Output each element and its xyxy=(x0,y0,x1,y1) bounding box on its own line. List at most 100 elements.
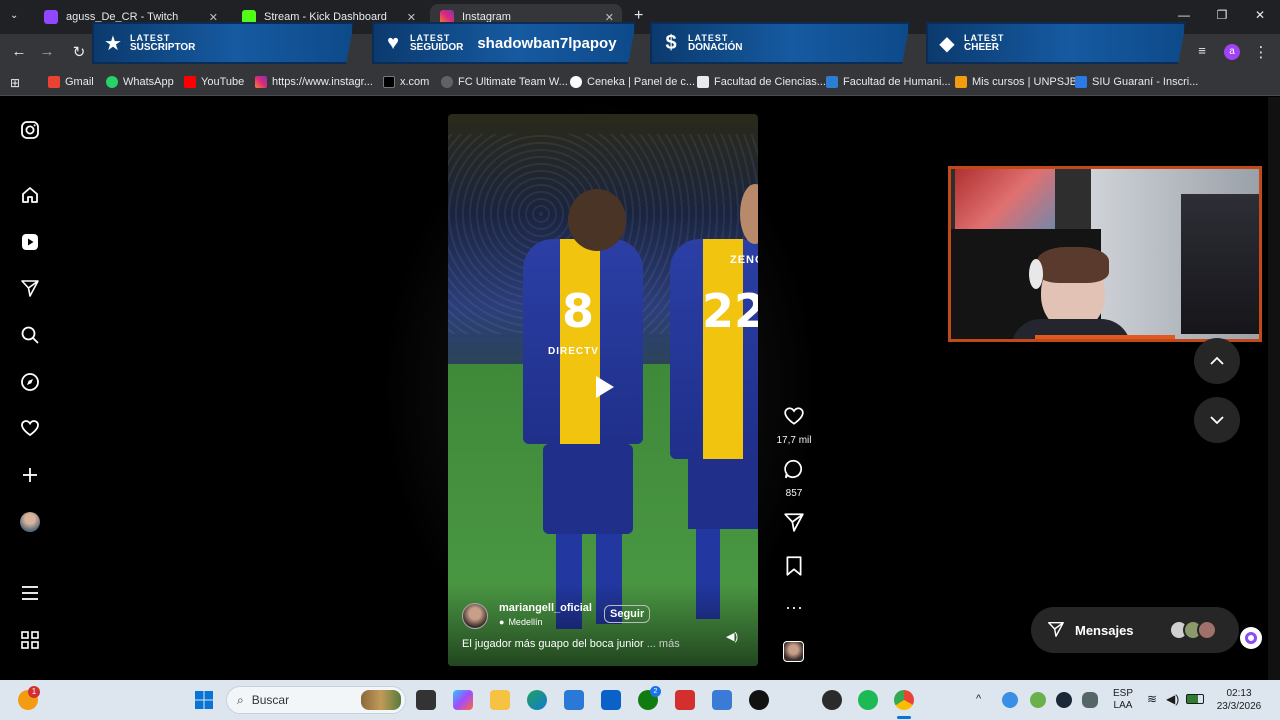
volume-icon[interactable]: ◀︎) xyxy=(726,630,738,643)
reels-icon[interactable] xyxy=(18,230,42,254)
spotify-icon[interactable] xyxy=(858,690,878,710)
task-view-icon[interactable] xyxy=(416,690,436,710)
bookmark-facultad-ciencias[interactable]: Facultad de Ciencias... xyxy=(697,76,826,88)
tab-search-icon[interactable]: ⌄ xyxy=(10,10,18,21)
close-tab-icon[interactable]: ✕ xyxy=(605,11,614,24)
clock-date[interactable]: 23/3/2026 xyxy=(1206,700,1272,713)
bookmark-fc-ultimate[interactable]: FC Ultimate Team W... xyxy=(441,76,568,88)
bookmark-label: https://www.instagr... xyxy=(272,76,373,88)
bookmark-label: Mis cursos | UNPSJB xyxy=(972,76,1077,88)
edge-icon[interactable] xyxy=(527,690,547,710)
apps-grid-icon[interactable]: ⊞ xyxy=(10,76,20,90)
instagram-logo-icon[interactable] xyxy=(18,118,42,142)
globe-icon xyxy=(441,76,453,88)
file-explorer-icon[interactable] xyxy=(490,690,510,710)
close-window-button[interactable]: ✕ xyxy=(1250,8,1270,22)
explore-icon[interactable] xyxy=(18,370,42,394)
previous-reel-button[interactable] xyxy=(1194,338,1240,384)
wps-office-icon[interactable] xyxy=(675,690,695,710)
bookmark-instagram[interactable]: https://www.instagr... xyxy=(255,76,373,88)
webcam-overlay xyxy=(948,166,1262,342)
share-icon[interactable] xyxy=(776,511,812,539)
meta-ai-icon[interactable] xyxy=(1240,627,1262,649)
steam-icon[interactable] xyxy=(1056,692,1072,708)
sponsor-left: DIRECTV xyxy=(548,346,599,357)
youtube-icon xyxy=(184,76,196,88)
windows-taskbar: 1 ⌕ Buscar 2 ^ ESP LAA ≋ ◀︎) 02:13 23/3/… xyxy=(0,680,1280,720)
caption-more-link[interactable]: ... más xyxy=(647,638,680,650)
menu-icon[interactable] xyxy=(18,581,42,605)
volume-icon[interactable]: ◀︎) xyxy=(1166,692,1179,706)
avatar xyxy=(1197,620,1217,640)
follow-button[interactable]: Seguir xyxy=(604,605,651,623)
bookmark-ceneka[interactable]: Ceneka | Panel de c... xyxy=(570,76,695,88)
minimize-button[interactable]: — xyxy=(1174,8,1194,22)
profile-avatar[interactable]: a xyxy=(1224,44,1240,60)
restore-button[interactable]: ❐ xyxy=(1212,8,1232,22)
play-button[interactable] xyxy=(588,372,618,402)
next-reel-button[interactable] xyxy=(1194,397,1240,443)
battery-icon[interactable] xyxy=(1186,694,1204,704)
apps-icon[interactable] xyxy=(18,628,42,652)
author-location[interactable]: Medellín xyxy=(508,617,542,627)
send-icon[interactable] xyxy=(18,276,42,300)
tiktok-icon[interactable] xyxy=(749,690,769,710)
home-icon[interactable] xyxy=(18,183,42,207)
microsoft-store-icon[interactable] xyxy=(564,690,584,710)
contact-avatars xyxy=(1169,620,1217,640)
power-automate-icon[interactable] xyxy=(601,690,621,710)
more-icon[interactable]: ··· xyxy=(776,597,812,618)
jersey-name-right: ZENON xyxy=(730,254,758,266)
bookmark-label: SIU Guaraní - Inscri... xyxy=(1092,76,1199,88)
tab-title: Instagram xyxy=(462,11,511,23)
chrome-icon[interactable] xyxy=(894,690,914,710)
close-tab-icon[interactable]: ✕ xyxy=(407,11,416,24)
comment-icon[interactable] xyxy=(776,458,812,486)
latest-subscriber-banner: ★ LATEST SUSCRIPTOR xyxy=(92,22,354,64)
reel-video[interactable]: 8 DIRECTV 22 ZENON mariangell_oficial ● … xyxy=(448,114,758,666)
create-icon[interactable] xyxy=(18,463,42,487)
language-indicator[interactable]: ESP xyxy=(1108,688,1138,700)
taskbar-search[interactable]: ⌕ Buscar xyxy=(226,686,406,714)
profile-avatar[interactable] xyxy=(18,510,42,534)
bookmark-facultad-humani[interactable]: Facultad de Humani... xyxy=(826,76,951,88)
start-button[interactable] xyxy=(194,690,214,710)
messages-button[interactable]: Mensajes xyxy=(1031,607,1239,653)
gmail-icon xyxy=(48,76,60,88)
save-icon[interactable] xyxy=(776,555,812,583)
reload-icon[interactable]: ↻ xyxy=(70,43,88,61)
vpn-icon[interactable] xyxy=(712,690,732,710)
page-scrollbar[interactable] xyxy=(1268,97,1280,680)
star-icon: ★ xyxy=(104,32,122,55)
bookmark-youtube[interactable]: YouTube xyxy=(184,76,244,88)
author-username[interactable]: mariangell_oficial xyxy=(499,602,592,614)
bookmark-label: FC Ultimate Team W... xyxy=(458,76,568,88)
wifi-icon[interactable]: ≋ xyxy=(1147,692,1157,706)
media-controls-icon[interactable]: ≡ xyxy=(1193,43,1211,58)
university-icon xyxy=(697,76,709,88)
bookmark-x[interactable]: x.com xyxy=(383,76,429,88)
app-tray-icon[interactable] xyxy=(1030,692,1046,708)
keyboard-layout[interactable]: LAA xyxy=(1108,700,1138,712)
close-tab-icon[interactable]: ✕ xyxy=(209,11,218,24)
heart-icon[interactable] xyxy=(18,416,42,440)
show-hidden-icons[interactable]: ^ xyxy=(976,693,981,705)
instagram-page: 8 DIRECTV 22 ZENON mariangell_oficial ● … xyxy=(0,97,1280,680)
onedrive-icon[interactable] xyxy=(1002,692,1018,708)
audio-thumbnail[interactable] xyxy=(783,641,804,662)
copilot-icon[interactable] xyxy=(453,690,473,710)
back-icon[interactable]: ← xyxy=(10,43,28,60)
like-icon[interactable] xyxy=(776,405,812,433)
obs-icon[interactable] xyxy=(822,690,842,710)
clock-time[interactable]: 02:13 xyxy=(1206,687,1272,700)
search-icon[interactable] xyxy=(18,323,42,347)
bookmark-mis-cursos[interactable]: Mis cursos | UNPSJB xyxy=(955,76,1077,88)
more-options-icon[interactable]: ⋮ xyxy=(1252,43,1270,61)
bookmark-siu-guarani[interactable]: SIU Guaraní - Inscri... xyxy=(1075,76,1198,88)
bookmark-whatsapp[interactable]: WhatsApp xyxy=(106,76,174,88)
send-icon xyxy=(1047,620,1065,641)
microphone-icon[interactable] xyxy=(1082,692,1098,708)
author-avatar[interactable] xyxy=(462,603,488,629)
bookmark-gmail[interactable]: Gmail xyxy=(48,76,94,88)
forward-icon[interactable]: → xyxy=(38,43,56,60)
